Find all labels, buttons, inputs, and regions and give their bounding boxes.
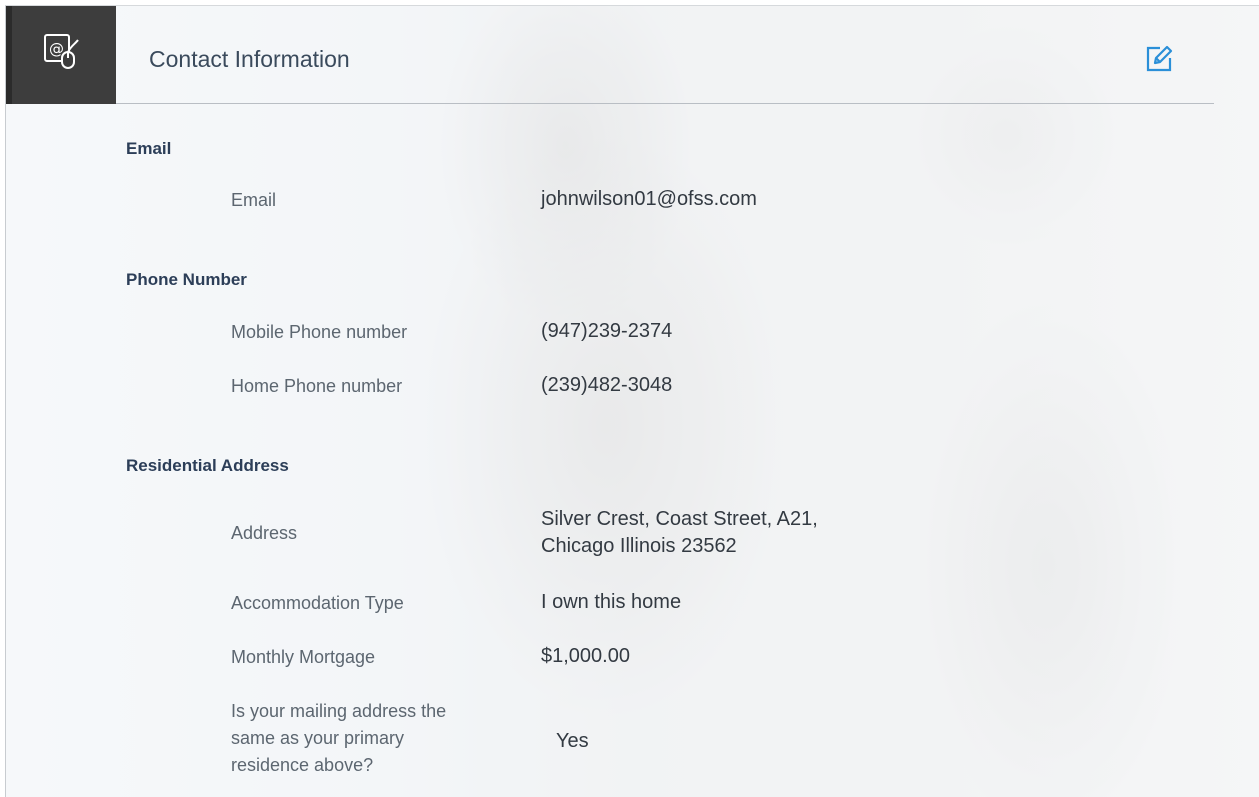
field-label-accommodation-type: Accommodation Type xyxy=(231,593,404,613)
field-value-monthly-mortgage: $1,000.00 xyxy=(541,645,630,667)
page-title: Contact Information xyxy=(149,46,350,72)
field-value-mailing-same: Yes xyxy=(556,730,589,752)
field-value-address-line2: Chicago Illinois 23562 xyxy=(541,535,737,557)
contact-email-icon: @ xyxy=(43,32,81,77)
field-value-accommodation-type: I own this home xyxy=(541,591,682,613)
field-value-mobile-phone: (947)239-2374 xyxy=(541,320,673,342)
edit-icon[interactable] xyxy=(1144,44,1174,74)
field-label-mailing-line3: residence above? xyxy=(231,755,374,775)
field-value-address-line1: Silver Crest, Coast Street, A21, xyxy=(541,508,818,530)
field-label-monthly-mortgage: Monthly Mortgage xyxy=(231,647,376,667)
field-value-email: johnwilson01@ofss.com xyxy=(541,188,757,210)
section-title-email: Email xyxy=(126,139,172,158)
panel-header: @ Contact Information xyxy=(6,6,1214,104)
section-title-residential-address: Residential Address xyxy=(126,456,289,475)
field-label-mailing-line1: Is your mailing address the xyxy=(231,701,447,721)
contact-information-panel: @ Contact Information Email Email johnwi… xyxy=(5,5,1259,797)
header-icon-box: @ xyxy=(6,6,116,104)
field-label-address: Address xyxy=(231,523,298,543)
field-label-mailing-line2: same as your primary xyxy=(231,728,405,748)
section-title-phone: Phone Number xyxy=(126,270,247,289)
field-value-home-phone: (239)482-3048 xyxy=(541,374,673,396)
field-label-mobile-phone: Mobile Phone number xyxy=(231,322,408,342)
field-label-home-phone: Home Phone number xyxy=(231,376,403,396)
field-label-email: Email xyxy=(231,190,277,210)
